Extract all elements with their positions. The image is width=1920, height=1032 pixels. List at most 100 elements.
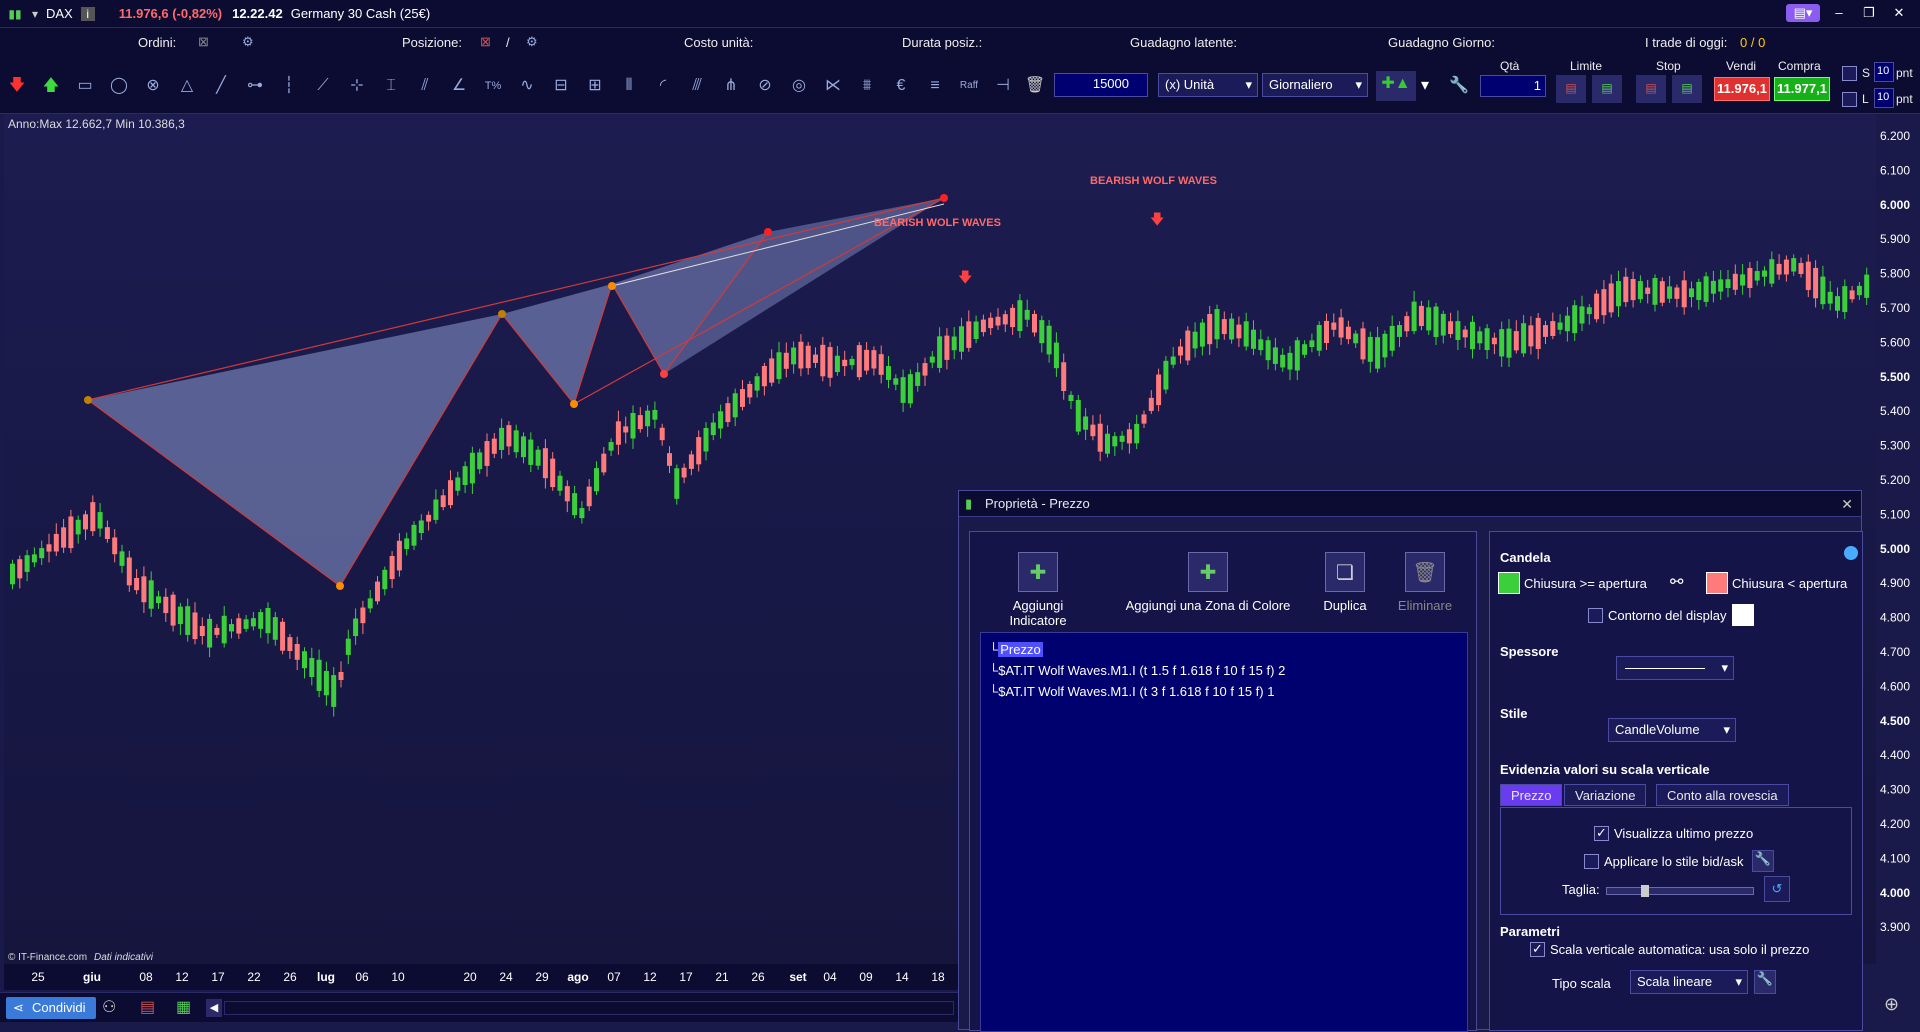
grid-tool-icon[interactable]: ⊞ (582, 73, 608, 99)
unit-select[interactable]: (x) Unità ▾ (1158, 73, 1258, 97)
period-select[interactable]: Giornaliero ▾ (1262, 73, 1368, 97)
slider-thumb[interactable] (1641, 885, 1649, 897)
add-indicator-button[interactable]: ✚ Aggiungi Indicatore (984, 552, 1092, 628)
candle-body (17, 559, 23, 579)
layers-icon[interactable]: ▦ (176, 997, 191, 1017)
s-checkbox[interactable] (1842, 66, 1857, 81)
link-icon[interactable]: ⚯ (1670, 572, 1683, 592)
s-points-input[interactable]: 10 (1874, 62, 1894, 82)
buy-button[interactable]: 11.977,1 (1774, 77, 1830, 101)
orders-cancel-icon[interactable]: ⊠ (198, 34, 209, 50)
cross-tool-icon[interactable]: ⊹ (344, 73, 370, 99)
tree-item-wolf-2[interactable]: └$AT.IT Wolf Waves.M1.I (t 1.5 f 1.618 f… (989, 660, 1459, 681)
limit-sell-icon[interactable]: ▤ (1556, 75, 1586, 103)
horizontal-line-icon[interactable]: ⊶ (242, 73, 268, 99)
bull-color-swatch[interactable] (1498, 572, 1520, 594)
time-axis[interactable]: 25 giu 08 12 17 22 26 lug 06 10 20 24 29 ago 07 12 17 21 2… (4, 964, 964, 990)
spiral-tool-icon[interactable]: ◎ (786, 73, 812, 99)
bear-color-swatch[interactable] (1706, 572, 1728, 594)
trash-icon[interactable]: 🗑 (1022, 73, 1048, 99)
fan-tool-icon[interactable]: ⫽ (412, 73, 438, 99)
quantity-input[interactable]: 15000 (1054, 73, 1148, 97)
sell-button[interactable]: 11.976,1 (1714, 77, 1770, 101)
share-button[interactable]: ⋖ Condividi (6, 997, 96, 1019)
stop-buy-icon[interactable]: ▤ (1672, 75, 1702, 103)
chevron-down-icon[interactable]: ▾ (30, 7, 40, 21)
close-icon[interactable]: ✕ (1841, 491, 1853, 517)
tree-item-prezzo[interactable]: └ Prezzo (989, 639, 1459, 660)
tab-variazione[interactable]: Variazione (1564, 784, 1647, 806)
minimize-icon[interactable]: – (1828, 4, 1850, 22)
fibonacci-icon[interactable]: ⊟ (548, 73, 574, 99)
stop-sell-icon[interactable]: ▤ (1636, 75, 1666, 103)
arc-tool-icon[interactable]: ◜ (650, 73, 676, 99)
scrollbar[interactable] (224, 1001, 954, 1015)
tab-conto-alla-rovescia[interactable]: Conto alla rovescia (1656, 784, 1789, 806)
speed-lines-icon[interactable]: ⩩ (854, 73, 880, 99)
channel-tool-icon[interactable]: ⫻ (684, 73, 710, 99)
circle-tool-icon[interactable]: ⊗ (140, 73, 166, 99)
levels-tool-icon[interactable]: ≡ (922, 73, 948, 99)
rectangle-tool-icon[interactable]: ▭ (72, 73, 98, 99)
price-axis[interactable]: 6.200 6.100 6.000 5.900 5.800 5.700 5.600 5.500… (1880, 129, 1910, 934)
display-border-checkbox[interactable] (1588, 608, 1603, 623)
wrench-icon[interactable]: 🔧 (1754, 970, 1776, 994)
measure-tool-icon[interactable]: ⊣ (990, 73, 1016, 99)
scale-type-select[interactable]: Scala lineare ▾ (1630, 970, 1748, 994)
info-icon[interactable]: i (80, 6, 95, 21)
thickness-select[interactable]: ▾ (1616, 656, 1734, 680)
candle-body (192, 612, 198, 640)
help-icon[interactable] (1844, 546, 1858, 560)
position-cancel-icon[interactable]: ⊠ (480, 34, 491, 50)
gann-tool-icon[interactable]: ⋉ (820, 73, 846, 99)
limit-buy-icon[interactable]: ▤ (1592, 75, 1622, 103)
wave-tool-icon[interactable]: ∿ (514, 73, 540, 99)
vertical-line-icon[interactable]: ┆ (276, 73, 302, 99)
size-slider[interactable] (1606, 885, 1754, 897)
symbol-label[interactable]: DAX (46, 6, 73, 21)
restore-icon[interactable]: ❐ (1858, 4, 1880, 22)
delete-button[interactable]: 🗑 Eliminare (1390, 552, 1460, 613)
auto-scale-checkbox[interactable] (1530, 941, 1545, 957)
apply-bidask-checkbox[interactable] (1584, 854, 1599, 869)
angle-tool-icon[interactable]: ∠ (446, 73, 472, 99)
add-color-zone-button[interactable]: ✚ Aggiungi una Zona di Colore (1120, 552, 1296, 613)
buy-arrow-icon[interactable]: 🡅 (38, 73, 64, 99)
pitchfork-icon[interactable]: ⋔ (718, 73, 744, 99)
ray-tool-icon[interactable]: ⟋ (310, 73, 336, 99)
sell-arrow-icon[interactable]: 🡇 (4, 73, 30, 99)
scroll-left-icon[interactable]: ◀ (206, 999, 222, 1017)
reset-icon[interactable]: ↺ (1764, 876, 1790, 902)
percent-tool-icon[interactable]: T% (480, 73, 506, 99)
duplicate-button[interactable]: ❏ Duplica (1314, 552, 1376, 613)
border-color-swatch[interactable] (1732, 604, 1754, 626)
euro-tool-icon[interactable]: € (888, 73, 914, 99)
chart-type-icon[interactable]: ✚▲ (1376, 71, 1416, 101)
triangle-tool-icon[interactable]: △ (174, 73, 200, 99)
show-last-price-checkbox[interactable] (1594, 825, 1609, 841)
candle-body (1046, 325, 1052, 355)
l-points-input[interactable]: 10 (1874, 88, 1894, 108)
tab-prezzo[interactable]: Prezzo (1500, 784, 1563, 806)
style-select[interactable]: CandleVolume ▾ (1608, 718, 1736, 742)
zoom-icon[interactable]: ⊕ (1884, 994, 1912, 1022)
wrench-icon[interactable]: 🔧 (1446, 73, 1472, 99)
orders-settings-icon[interactable]: ⚙ (242, 34, 254, 50)
chevron-down-icon[interactable]: ▾ (1418, 73, 1432, 99)
tree-item-wolf-1[interactable]: └$AT.IT Wolf Waves.M1.I (t 3 f 1.618 f 1… (989, 681, 1459, 702)
list-icon[interactable]: ▤ (140, 997, 155, 1017)
series-tree[interactable]: └ Prezzo └$AT.IT Wolf Waves.M1.I (t 1.5 f… (980, 632, 1468, 1032)
ellipse-fib-icon[interactable]: ⊘ (752, 73, 778, 99)
indicator-icon[interactable]: ⚇ (102, 997, 116, 1017)
l-checkbox[interactable] (1842, 92, 1857, 107)
cycles-tool-icon[interactable]: ⦀ (616, 73, 642, 99)
raff-tool-icon[interactable]: Raff (956, 73, 982, 99)
position-settings-icon[interactable]: ⚙ (526, 34, 538, 50)
ellipse-tool-icon[interactable]: ◯ (106, 73, 132, 99)
wrench-icon[interactable]: 🔧 (1752, 850, 1774, 872)
close-icon[interactable]: ✕ (1888, 4, 1910, 22)
chevron-down-icon: ▾ (1355, 77, 1362, 92)
trendline-tool-icon[interactable]: ╱ (208, 73, 234, 99)
price-range-icon[interactable]: ⌶ (378, 73, 404, 99)
qta-input[interactable]: 1 (1480, 75, 1546, 97)
